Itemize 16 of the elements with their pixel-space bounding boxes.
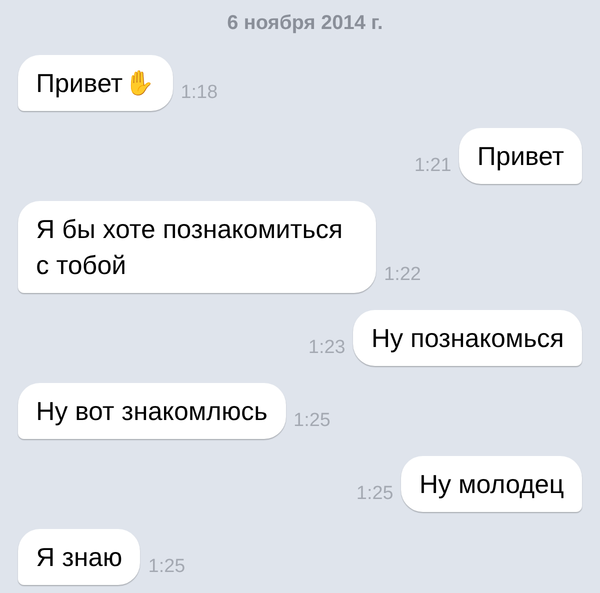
- message-time: 1:25: [148, 554, 186, 578]
- message-bubble: Я знаю: [18, 529, 140, 585]
- message-bubble: Ну вот знакомлюсь: [18, 383, 286, 439]
- date-header: 6 ноября 2014 г.: [226, 11, 383, 36]
- message-bubble: Привет: [459, 128, 582, 184]
- hand-emoji: ✋: [124, 68, 155, 99]
- message-time: 1:25: [294, 408, 330, 432]
- message-time: 1:18: [180, 80, 218, 104]
- message-time: 1:21: [414, 154, 452, 178]
- message-time: 1:25: [356, 482, 394, 506]
- message-bubble: Ну познакомься: [353, 310, 582, 366]
- message-time: 1:23: [308, 336, 346, 360]
- message-bubble: Я бы хоте познакомиться с тобой: [18, 201, 376, 293]
- message-bubble: Привет✋: [18, 55, 173, 111]
- message-time: 1:22: [384, 262, 421, 286]
- message-bubble: Ну молодец: [401, 456, 582, 512]
